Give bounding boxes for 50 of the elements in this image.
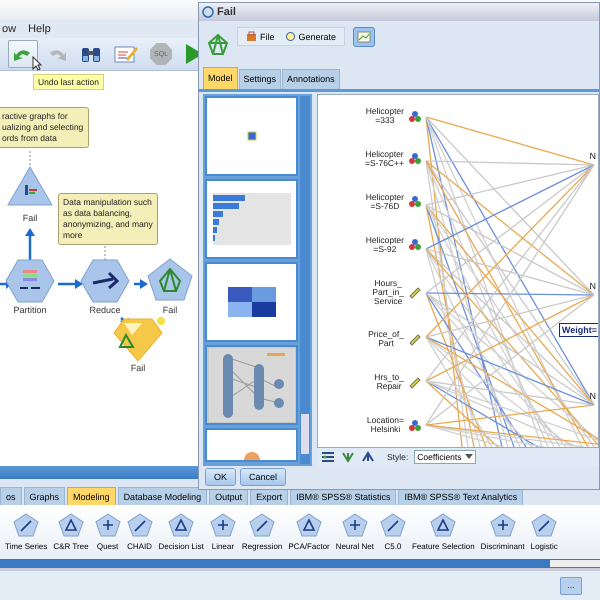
palette-node[interactable]: C5.0 [376, 513, 409, 551]
dialog-tab[interactable]: Settings [238, 68, 282, 89]
dialog-button[interactable]: Cancel [240, 468, 286, 486]
tooltip: Undo last action [33, 74, 104, 90]
input-label: Location= Helsinki [366, 416, 404, 434]
comment-note: ractive graphs for ualizing and selecting ords from data [0, 107, 89, 148]
input-label: Helicopter =S-76C++ [365, 150, 404, 168]
input-label: Helicopter =333 [366, 107, 404, 126]
palette-node[interactable]: CHAID [124, 513, 156, 551]
input-label: Price_of_ Part [368, 330, 404, 348]
palette-node[interactable]: Decision List [156, 513, 207, 551]
dialog-tab[interactable]: Model [203, 66, 238, 89]
style-dropdown[interactable]: Coefficients [414, 450, 476, 464]
palette-node[interactable]: Linear [206, 513, 239, 551]
node-label: Reduce [88, 305, 122, 315]
node-label: Partition [12, 305, 48, 315]
menu-item[interactable]: Help [28, 23, 51, 35]
palette-node[interactable]: C&R Tree [50, 513, 92, 551]
palette-tab[interactable]: Graphs [24, 487, 66, 505]
palette-node[interactable]: Regression [238, 513, 286, 551]
tooltip: Weight= [558, 322, 598, 337]
status-button[interactable]: ... [560, 576, 582, 594]
palette-node[interactable]: Logistic [528, 513, 561, 551]
dialog-button[interactable]: OK [205, 468, 236, 486]
palette-node[interactable]: PCA/Factor [285, 513, 333, 551]
node-label: Fail [162, 305, 178, 315]
input-label: Hours_ Part_in_ Service [372, 278, 404, 306]
palette-tab[interactable]: os [0, 487, 22, 505]
menu-button[interactable]: File [244, 30, 277, 43]
palette-node[interactable]: Discriminant [478, 513, 528, 551]
palette-tab[interactable]: Modeling [67, 487, 116, 505]
palette-node[interactable]: Quest [92, 513, 124, 551]
comment-note: Data manipulation such as data balancing, anonymizing, and many more [58, 193, 158, 245]
node-label: Fail [22, 213, 38, 223]
node-label: N [590, 150, 596, 161]
input-label: Helicopter =S-76D [366, 192, 404, 211]
input-label: Hrs_to_ Repair [374, 373, 404, 392]
node-label: N [590, 280, 596, 291]
palette-node[interactable]: Time Series [2, 513, 50, 551]
palette-tab[interactable]: Database Modeling [118, 487, 208, 505]
dialog-tab[interactable]: Annotations [282, 68, 340, 89]
palette-node[interactable]: Neural Net [332, 513, 377, 551]
node-label: Fail [130, 363, 146, 373]
input-label: Helicopter =S-92 [366, 236, 404, 254]
window-title: Fail [217, 6, 236, 18]
palette-node[interactable]: Feature Selection [408, 513, 478, 551]
node-label: N [590, 390, 596, 401]
menu-button[interactable]: Generate [282, 30, 338, 43]
menu-item[interactable]: ow [2, 23, 16, 35]
style-label: Style: [387, 452, 408, 462]
